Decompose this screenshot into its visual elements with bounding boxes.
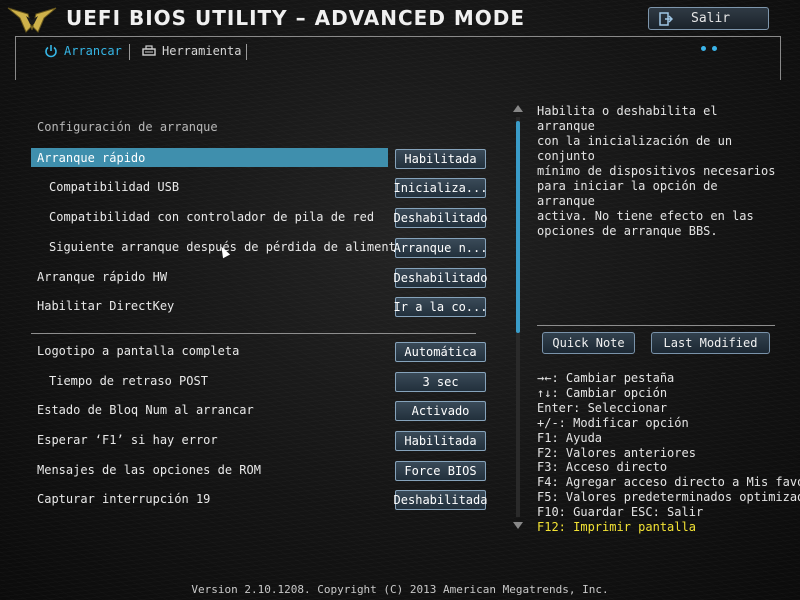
page-dot [712, 46, 717, 51]
key-hint: Enter: Seleccionar [537, 400, 668, 415]
key-hint: F2: Valores anteriores [537, 445, 696, 460]
option-label: Compatibilidad USB [49, 179, 180, 194]
tab-boot-label: Arrancar [64, 44, 122, 58]
key-hint: F12: Imprimir pantalla [537, 520, 696, 535]
option-label: Esperar ‘F1’ si hay error [37, 432, 218, 447]
key-hint: F10: Guardar ESC: Salir [537, 505, 704, 520]
footer-version: Version 2.10.1208. Copyright (C) 2013 Am… [191, 583, 609, 596]
tuf-logo [7, 7, 57, 33]
option-label: Siguiente arranque después de pérdida de… [49, 239, 404, 254]
value-usb-support[interactable]: Inicializa... [394, 178, 487, 198]
key-hint: F4: Agregar acceso directo a Mis favorit… [537, 475, 800, 490]
value-full-screen-logo[interactable]: Automática [395, 342, 486, 362]
value-wait-f1[interactable]: Habilitada [395, 431, 486, 451]
page-dot [701, 46, 706, 51]
tab-separator [246, 44, 247, 60]
option-numlock-state[interactable]: Estado de Bloq Num al arrancar [31, 400, 388, 419]
option-next-boot-after-ac-loss[interactable]: Siguiente arranque después de pérdida de… [31, 237, 403, 256]
scroll-thumb[interactable] [516, 121, 520, 333]
key-hint: +/-: Modificar opción [537, 415, 689, 430]
option-full-screen-logo[interactable]: Logotipo a pantalla completa [31, 341, 388, 360]
value-post-delay[interactable]: 3 sec [395, 372, 486, 392]
option-fast-boot[interactable]: Arranque rápido [31, 148, 388, 167]
page-title: UEFI BIOS UTILITY – ADVANCED MODE [66, 6, 526, 30]
help-line: con la inicialización de un conjunto [537, 134, 733, 163]
quick-note-button[interactable]: Quick Note [542, 332, 635, 354]
help-line: mínimo de dispositivos necesarios [537, 164, 776, 178]
last-modified-button[interactable]: Last Modified [651, 332, 770, 354]
section-title: Configuración de arranque [37, 120, 218, 134]
option-rom-messages[interactable]: Mensajes de las opciones de ROM [31, 460, 388, 479]
value-next-boot-after-ac-loss[interactable]: Arranque n... [394, 238, 487, 258]
key-hint: F5: Valores predeterminados optimizados [537, 490, 800, 505]
value-interrupt-19[interactable]: Deshabilitada [394, 490, 487, 510]
option-network-stack[interactable]: Compatibilidad con controlador de pila d… [31, 207, 388, 226]
option-label: Mensajes de las opciones de ROM [37, 462, 261, 477]
option-label: Capturar interrupción 19 [37, 491, 211, 506]
value-network-stack[interactable]: Deshabilitado [394, 208, 487, 228]
key-hint: →←: Cambiar pestaña [537, 371, 675, 385]
option-wait-f1[interactable]: Esperar ‘F1’ si hay error [31, 430, 388, 449]
value-numlock-state[interactable]: Activado [395, 401, 486, 421]
value-fast-boot[interactable]: Habilitada [395, 149, 486, 169]
help-description: Habilita o deshabilita el arranque con l… [537, 104, 782, 239]
help-line: opciones de arranque BBS. [537, 224, 718, 238]
option-label: Habilitar DirectKey [37, 298, 175, 313]
printer-icon [142, 45, 156, 56]
page-indicator [701, 46, 717, 51]
exit-icon [659, 11, 673, 26]
tab-tool-label: Herramienta [162, 44, 242, 58]
exit-label: Salir [691, 11, 731, 26]
value-hw-fast-boot[interactable]: Deshabilitado [394, 268, 487, 288]
option-label: Arranque rápido [37, 150, 146, 165]
help-line: Habilita o deshabilita el arranque [537, 104, 718, 133]
scrollbar[interactable] [512, 105, 524, 529]
option-post-delay[interactable]: Tiempo de retraso POST [31, 371, 388, 390]
option-directkey[interactable]: Habilitar DirectKey [31, 296, 388, 315]
tab-tool[interactable]: Herramienta [142, 44, 241, 58]
tab-boot[interactable]: Arrancar [44, 44, 122, 58]
key-hint: ↑↓: Cambiar opción [537, 385, 668, 400]
section-divider [31, 333, 476, 334]
option-label: Arranque rápido HW [37, 269, 168, 284]
key-legend: →←: Cambiar pestaña ↑↓: Cambiar opción E… [537, 371, 800, 535]
key-hint: F1: Ayuda [537, 430, 603, 445]
option-interrupt-19[interactable]: Capturar interrupción 19 [31, 489, 388, 508]
help-line: para iniciar la opción de arranque [537, 179, 718, 208]
key-hint: F3: Acceso directo [537, 460, 668, 475]
option-label: Compatibilidad con controlador de pila d… [49, 209, 375, 224]
tab-separator [129, 44, 130, 60]
right-divider [537, 325, 775, 326]
scroll-up-icon[interactable] [513, 105, 523, 112]
exit-button[interactable]: Salir [648, 7, 769, 30]
option-hw-fast-boot[interactable]: Arranque rápido HW [31, 267, 388, 286]
option-usb-support[interactable]: Compatibilidad USB [31, 177, 388, 196]
option-label: Estado de Bloq Num al arrancar [37, 402, 254, 417]
help-line: activa. No tiene efecto en las [537, 209, 754, 223]
power-icon [45, 45, 57, 58]
scroll-down-icon[interactable] [513, 522, 523, 529]
value-rom-messages[interactable]: Force BIOS [395, 461, 486, 481]
option-label: Tiempo de retraso POST [49, 373, 208, 388]
value-directkey[interactable]: Ir a la co... [394, 297, 487, 317]
option-label: Logotipo a pantalla completa [37, 343, 240, 358]
